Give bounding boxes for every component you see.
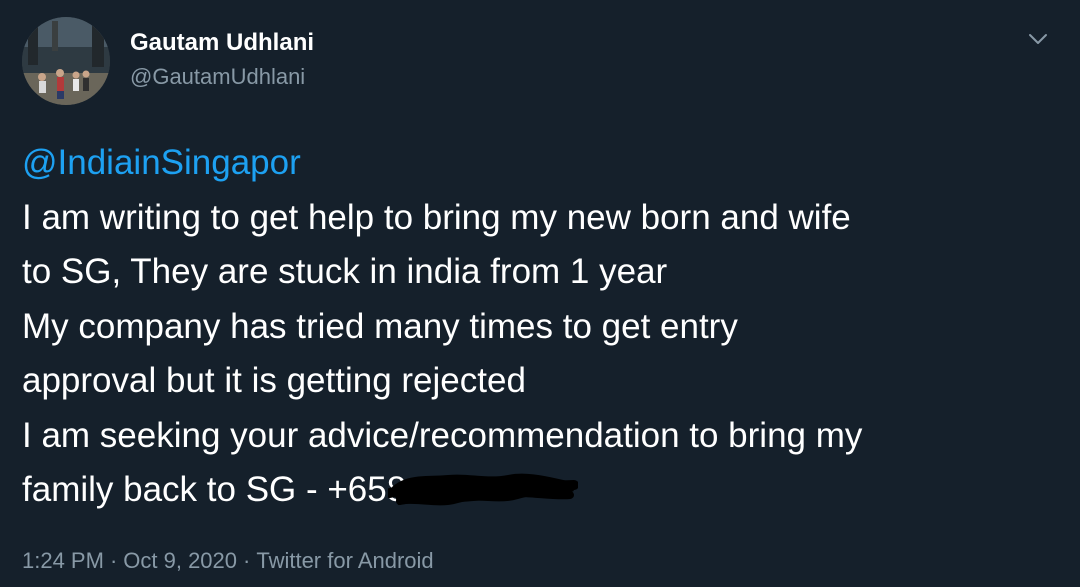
avatar[interactable]	[22, 17, 110, 105]
date-link[interactable]: Oct 9, 2020	[123, 548, 237, 573]
tweet-text: @IndiainSingapor I am writing to get hel…	[22, 136, 1062, 518]
author-display-name[interactable]: Gautam Udhlani	[130, 28, 314, 58]
tweet-text-line: I am writing to get help to bring my new…	[22, 197, 851, 237]
tweet-text-line: family back to SG - +658	[22, 470, 407, 509]
tweet-metadata: 1:24 PM · Oct 9, 2020 · Twitter for Android	[22, 546, 434, 576]
tweet-text-line: to SG, They are stuck in india from 1 ye…	[22, 252, 668, 291]
chevron-down-icon[interactable]	[1026, 27, 1050, 51]
tweet-text-line: My company has tried many times to get e…	[22, 306, 738, 346]
profile-photo-icon	[22, 17, 110, 105]
mention-link[interactable]: @IndiainSingapor	[22, 143, 301, 182]
source-link[interactable]: Twitter for Android	[256, 548, 433, 573]
redaction-scribble	[388, 467, 579, 511]
author-info: Gautam Udhlani @GautamUdhlani	[130, 28, 314, 92]
separator-dot: ·	[243, 548, 251, 573]
tweet-text-line: I am seeking your advice/recommendation …	[22, 415, 863, 455]
author-handle[interactable]: @GautamUdhlani	[130, 62, 314, 92]
timestamp-link[interactable]: 1:24 PM	[22, 548, 104, 573]
tweet-card: Gautam Udhlani @GautamUdhlani @IndiainSi…	[0, 0, 1080, 587]
separator-dot: ·	[109, 548, 118, 573]
tweet-text-line: approval but it is getting rejected	[22, 361, 526, 400]
